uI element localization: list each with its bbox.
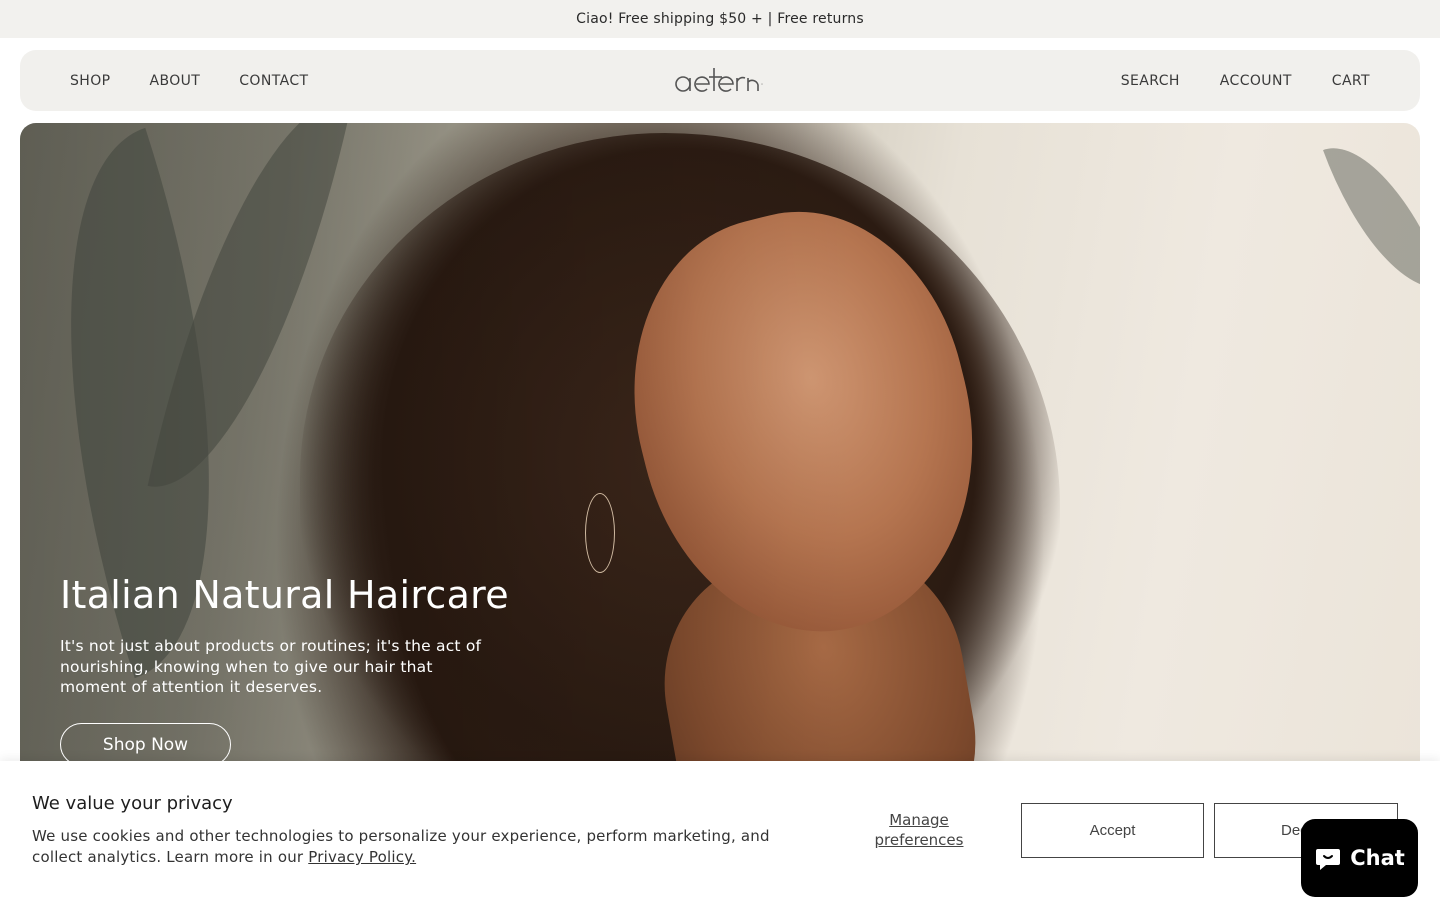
brand-logo[interactable]: aeterna [674,63,766,97]
nav-cart[interactable]: CART [1332,73,1370,89]
cookie-title: We value your privacy [32,793,233,814]
site-header: SHOP ABOUT CONTACT aeterna SEARCH ACCOUN… [20,50,1420,111]
chat-button[interactable]: Chat [1301,819,1418,897]
nav-about[interactable]: ABOUT [149,73,200,89]
hero-description: It's not just about products or routines… [60,637,482,696]
cookie-banner: We value your privacy We use cookies and… [0,761,1440,900]
utility-nav: SEARCH ACCOUNT CART [1081,50,1370,111]
shop-now-button[interactable]: Shop Now [60,723,231,766]
accept-button[interactable]: Accept [1021,803,1204,858]
logo-text: aeterna [674,63,678,64]
privacy-policy-link[interactable]: Privacy Policy. [308,848,416,866]
nav-contact[interactable]: CONTACT [239,73,308,89]
chat-label: Chat [1350,846,1405,870]
announcement-bar: Ciao! Free shipping $50 + | Free returns [0,0,1440,38]
hero-overlay [20,123,1420,843]
hero-title: Italian Natural Haircare [60,573,509,617]
nav-search[interactable]: SEARCH [1121,73,1180,89]
manage-preferences-link[interactable]: Manage preferences [852,810,986,850]
cookie-text: We use cookies and other technologies to… [32,826,772,868]
nav-account[interactable]: ACCOUNT [1220,73,1292,89]
primary-nav: SHOP ABOUT CONTACT [70,50,347,111]
chat-bubble-icon [1316,849,1341,870]
hero-banner: Italian Natural Haircare It's not just a… [20,123,1420,843]
nav-shop[interactable]: SHOP [70,73,110,89]
announcement-text: Ciao! Free shipping $50 + | Free returns [576,11,864,27]
